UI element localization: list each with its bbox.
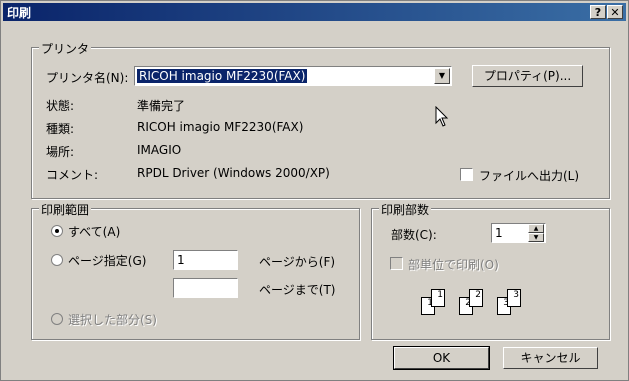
page-range-label[interactable]: ページ指定(G): [68, 252, 146, 269]
help-button[interactable]: ?: [590, 5, 606, 19]
printer-group-legend: プリンタ: [39, 40, 92, 57]
location-label: 場所:: [46, 145, 75, 159]
location-value: IMAGIO: [137, 143, 182, 157]
mouse-cursor-icon: [435, 106, 449, 127]
selection-label: 選択した部分(S): [68, 313, 157, 327]
ok-button[interactable]: OK: [393, 346, 490, 370]
print-dialog: 印刷 ? ✕ プリンタ プリンタ名(N): RICOH imagio MF223…: [0, 0, 629, 381]
status-label: 状態:: [46, 99, 75, 113]
copies-legend: 印刷部数: [379, 201, 432, 218]
comment-label: コメント:: [46, 168, 99, 182]
selection-radio: [51, 313, 63, 325]
printer-name-value: RICOH imagio MF2230(FAX): [137, 69, 308, 83]
collate-label: 部単位で印刷(O): [408, 258, 499, 272]
comment-value: RPDL Driver (Windows 2000/XP): [137, 166, 330, 180]
printer-name-label: プリンタ名(N):: [46, 71, 129, 85]
all-pages-label[interactable]: すべて(A): [68, 223, 120, 240]
status-value: 準備完了: [137, 99, 186, 113]
collate-preview: 1 1 2 2 3 3: [421, 287, 541, 317]
cancel-button[interactable]: キャンセル: [503, 347, 598, 369]
from-page-label: ページから(F): [259, 255, 336, 269]
print-range-legend: 印刷範囲: [39, 201, 92, 218]
type-label: 種類:: [46, 122, 75, 136]
spin-up-icon[interactable]: ▲: [528, 224, 544, 233]
all-pages-radio[interactable]: [51, 225, 63, 237]
printer-name-combobox[interactable]: RICOH imagio MF2230(FAX) ▼: [134, 66, 452, 86]
page-icon: 1: [431, 289, 445, 307]
to-page-label: ページまで(T): [259, 283, 336, 297]
page-icon: 2: [469, 289, 483, 307]
properties-button[interactable]: プロパティ(P)...: [472, 65, 583, 87]
type-value: RICOH imagio MF2230(FAX): [137, 120, 304, 134]
print-to-file-label[interactable]: ファイルへ出力(L): [479, 167, 579, 184]
chevron-down-icon[interactable]: ▼: [434, 68, 450, 84]
window-title: 印刷: [7, 6, 32, 20]
to-page-input[interactable]: [173, 278, 238, 298]
page-icon: 3: [507, 289, 521, 307]
copies-spinner[interactable]: ▲ ▼: [528, 224, 544, 242]
collate-checkbox: [390, 257, 403, 270]
from-page-input[interactable]: 1: [173, 250, 238, 270]
title-bar: 印刷 ? ✕: [3, 3, 626, 21]
print-to-file-checkbox[interactable]: [460, 168, 473, 181]
page-range-radio[interactable]: [51, 254, 63, 266]
spin-down-icon[interactable]: ▼: [528, 233, 544, 242]
copies-label: 部数(C):: [391, 228, 437, 242]
close-button[interactable]: ✕: [607, 5, 623, 19]
